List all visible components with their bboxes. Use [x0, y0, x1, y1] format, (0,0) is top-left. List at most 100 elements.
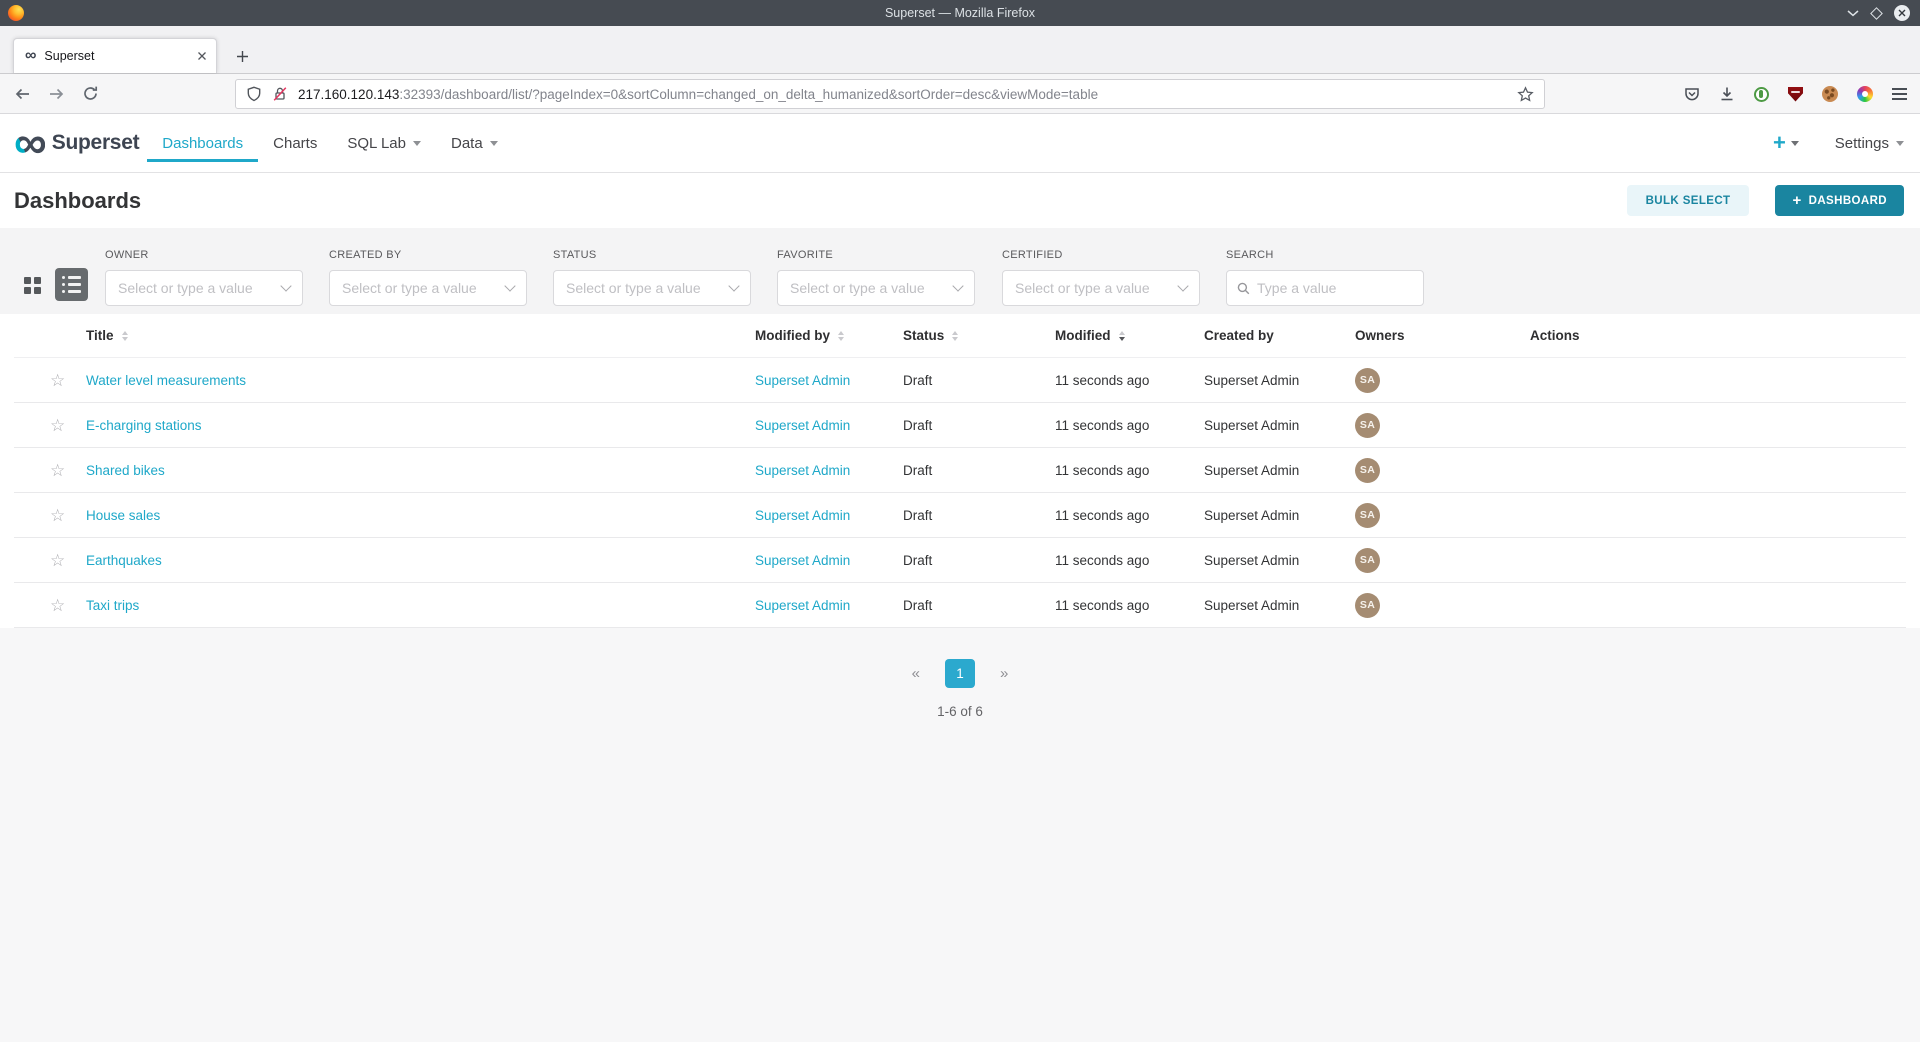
reload-button[interactable] [82, 85, 99, 102]
caret-down-icon [1791, 141, 1799, 146]
status-value: Draft [903, 508, 932, 523]
table-row[interactable]: ☆ House sales Superset Admin Draft 11 se… [14, 493, 1906, 538]
favorite-star-icon[interactable]: ☆ [50, 596, 65, 615]
favorite-select[interactable]: Select or type a value [777, 270, 975, 306]
url-bar[interactable]: 217.160.120.143 :32393/dashboard/list/?p… [235, 79, 1545, 109]
filter-label: FAVORITE [777, 249, 975, 261]
modified-by-link[interactable]: Superset Admin [755, 418, 850, 433]
modified-value: 11 seconds ago [1055, 508, 1149, 523]
sort-icon [952, 331, 958, 341]
window-close-button[interactable] [1894, 5, 1910, 21]
new-item-menu-button[interactable]: + [1773, 132, 1799, 154]
modified-by-link[interactable]: Superset Admin [755, 373, 850, 388]
container-extension-icon[interactable] [1857, 86, 1873, 102]
tab-close-icon[interactable] [197, 51, 207, 61]
window-minimize-button[interactable] [1847, 10, 1859, 17]
owner-avatar[interactable]: SA [1355, 548, 1380, 573]
forward-button[interactable] [48, 86, 65, 102]
browser-tab-superset[interactable]: ∞ Superset [13, 38, 217, 73]
filter-owner: OWNER Select or type a value [105, 249, 303, 306]
dashboard-title-link[interactable]: Taxi trips [86, 598, 139, 613]
bulk-select-button[interactable]: BULK SELECT [1627, 185, 1750, 216]
owner-avatar[interactable]: SA [1355, 458, 1380, 483]
back-button[interactable] [14, 86, 31, 102]
modified-by-link[interactable]: Superset Admin [755, 463, 850, 478]
favorite-star-icon[interactable]: ☆ [50, 371, 65, 390]
nav-item-sql-lab[interactable]: SQL Lab [332, 114, 436, 172]
downloads-icon[interactable] [1719, 86, 1735, 102]
tracking-protection-shield-icon[interactable] [246, 86, 262, 102]
created-by-select[interactable]: Select or type a value [329, 270, 527, 306]
plus-icon: + [1792, 192, 1801, 209]
superset-wordmark: Superset [52, 131, 139, 155]
superset-logo[interactable]: ∞ Superset [14, 130, 139, 155]
table-row[interactable]: ☆ Water level measurements Superset Admi… [14, 358, 1906, 403]
dashboards-table: Title Modified by Status Modified Create… [0, 314, 1920, 628]
dashboard-title-link[interactable]: Shared bikes [86, 463, 165, 478]
caret-down-icon [1896, 141, 1904, 146]
table-row[interactable]: ☆ Earthquakes Superset Admin Draft 11 se… [14, 538, 1906, 583]
window-titlebar: Superset — Mozilla Firefox [0, 0, 1920, 26]
nav-item-charts[interactable]: Charts [258, 114, 332, 172]
table-row[interactable]: ☆ E-charging stations Superset Admin Dra… [14, 403, 1906, 448]
certified-select[interactable]: Select or type a value [1002, 270, 1200, 306]
column-header-status[interactable]: Status [903, 328, 1055, 343]
pagination-next-button[interactable]: » [1000, 665, 1008, 682]
filter-created-by: CREATED BY Select or type a value [329, 249, 527, 306]
bookmark-star-icon[interactable] [1517, 86, 1534, 103]
modified-value: 11 seconds ago [1055, 418, 1149, 433]
modified-by-link[interactable]: Superset Admin [755, 508, 850, 523]
modified-by-link[interactable]: Superset Admin [755, 553, 850, 568]
column-header-modified[interactable]: Modified [1055, 328, 1204, 343]
column-header-title[interactable]: Title [86, 328, 755, 343]
dashboard-title-link[interactable]: House sales [86, 508, 160, 523]
filter-search: SEARCH [1226, 249, 1424, 306]
filter-label: OWNER [105, 249, 303, 261]
favorite-star-icon[interactable]: ☆ [50, 551, 65, 570]
column-header-modified-by[interactable]: Modified by [755, 328, 903, 343]
superset-navbar: ∞ Superset Dashboards Charts SQL Lab Dat… [0, 114, 1920, 173]
new-tab-button[interactable] [236, 50, 249, 63]
browser-tab-bar: ∞ Superset [0, 26, 1920, 74]
pocket-icon[interactable] [1684, 86, 1700, 102]
nav-item-dashboards[interactable]: Dashboards [147, 114, 258, 172]
search-icon [1237, 282, 1250, 295]
filter-label: STATUS [553, 249, 751, 261]
table-row[interactable]: ☆ Taxi trips Superset Admin Draft 11 sec… [14, 583, 1906, 628]
dashboard-title-link[interactable]: E-charging stations [86, 418, 202, 433]
sort-icon-desc-active [1119, 331, 1125, 341]
firefox-logo-icon [8, 5, 24, 21]
privacy-badger-extension-icon[interactable] [1754, 87, 1769, 102]
window-maximize-button[interactable] [1870, 7, 1883, 20]
url-host: 217.160.120.143 [298, 87, 399, 102]
list-view-toggle-icon[interactable] [55, 268, 88, 301]
table-row[interactable]: ☆ Shared bikes Superset Admin Draft 11 s… [14, 448, 1906, 493]
dashboard-title-link[interactable]: Earthquakes [86, 553, 162, 568]
favorite-star-icon[interactable]: ☆ [50, 506, 65, 525]
search-input[interactable] [1257, 280, 1413, 296]
owner-avatar[interactable]: SA [1355, 593, 1380, 618]
owner-avatar[interactable]: SA [1355, 368, 1380, 393]
owner-avatar[interactable]: SA [1355, 503, 1380, 528]
new-dashboard-button[interactable]: + DASHBOARD [1775, 185, 1904, 216]
insecure-lock-icon[interactable] [272, 86, 288, 102]
settings-menu-button[interactable]: Settings [1835, 135, 1904, 152]
ublock-origin-extension-icon[interactable] [1788, 87, 1803, 102]
created-by-value: Superset Admin [1204, 418, 1299, 433]
favorite-star-icon[interactable]: ☆ [50, 461, 65, 480]
filter-label: SEARCH [1226, 249, 1424, 261]
pagination-page-1[interactable]: 1 [945, 659, 975, 688]
favorite-star-icon[interactable]: ☆ [50, 416, 65, 435]
owner-select[interactable]: Select or type a value [105, 270, 303, 306]
dashboard-title-link[interactable]: Water level measurements [86, 373, 246, 388]
cookie-extension-icon[interactable] [1822, 86, 1838, 102]
modified-by-link[interactable]: Superset Admin [755, 598, 850, 613]
hamburger-menu-icon[interactable] [1892, 88, 1907, 100]
nav-item-data[interactable]: Data [436, 114, 513, 172]
status-select[interactable]: Select or type a value [553, 270, 751, 306]
sort-icon [838, 331, 844, 341]
created-by-value: Superset Admin [1204, 373, 1299, 388]
owner-avatar[interactable]: SA [1355, 413, 1380, 438]
pagination-prev-button[interactable]: « [912, 665, 920, 682]
card-view-toggle-icon[interactable] [24, 277, 42, 295]
